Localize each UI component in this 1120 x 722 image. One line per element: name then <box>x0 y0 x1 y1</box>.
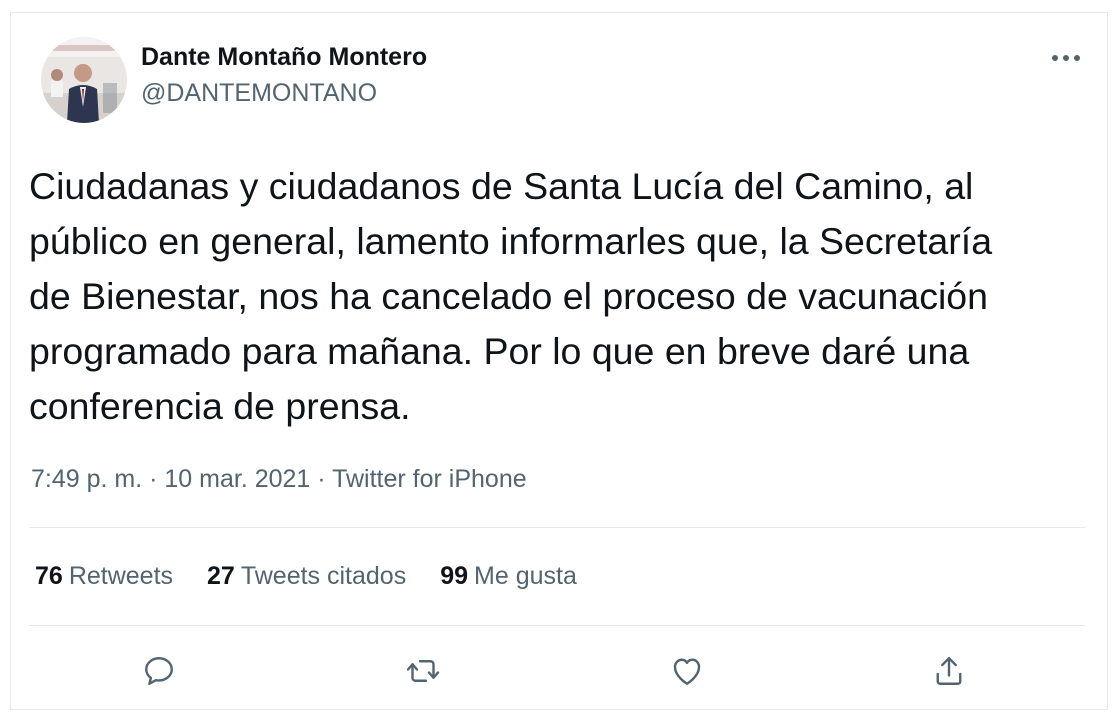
tweet-card: Dante Montaño Montero @DANTEMONTANO Ciud… <box>10 12 1108 710</box>
heart-icon <box>673 658 701 685</box>
likes-count: 99 <box>440 562 469 590</box>
tweet-text: Ciudadanas y ciudadanos de Santa Lucía d… <box>29 159 1097 434</box>
likes-stat[interactable]: 99 Me gusta <box>440 562 577 591</box>
retweet-icon <box>406 660 440 682</box>
tweet-source[interactable]: Twitter for iPhone <box>332 465 527 493</box>
tweet-time[interactable]: 7:49 p. m. <box>31 465 142 493</box>
quote-tweets-count: 27 <box>207 562 235 590</box>
meta-separator: · <box>142 465 165 493</box>
more-icon <box>1052 55 1080 61</box>
share-button[interactable] <box>929 651 969 691</box>
tweet-text-line: programado para mañana. Por lo que en br… <box>29 330 970 372</box>
divider <box>29 625 1085 626</box>
quote-tweets-stat[interactable]: 27 Tweets citados <box>207 562 406 591</box>
author-name[interactable]: Dante Montaño Montero <box>141 43 427 72</box>
retweets-count: 76 <box>35 562 63 590</box>
tweet-meta: 7:49 p. m. · 10 mar. 2021 · Twitter for … <box>31 465 527 494</box>
retweets-stat[interactable]: 76 Retweets <box>35 562 173 591</box>
retweets-label: Retweets <box>68 562 174 590</box>
tweet-date[interactable]: 10 mar. 2021 <box>164 465 310 493</box>
like-button[interactable] <box>667 651 707 691</box>
tweet-text-line: Ciudadanas y ciudadanos de Santa Lucía d… <box>29 165 974 207</box>
quote-tweets-label: Tweets citados <box>240 562 407 590</box>
share-icon <box>936 657 962 685</box>
more-options-button[interactable] <box>1046 43 1086 73</box>
tweet-text-line: conferencia de prensa. <box>29 385 411 427</box>
retweet-button[interactable] <box>403 651 443 691</box>
likes-label: Me gusta <box>474 562 577 590</box>
reply-button[interactable] <box>139 651 179 691</box>
avatar-photo <box>41 37 127 123</box>
divider <box>29 527 1085 528</box>
author-handle[interactable]: @DANTEMONTANO <box>141 79 377 108</box>
meta-separator: · <box>310 465 333 493</box>
tweet-stats: 76 Retweets 27 Tweets citados 99 Me gusta <box>35 562 611 591</box>
reply-icon <box>145 657 173 685</box>
avatar[interactable] <box>41 37 127 123</box>
tweet-text-line: público en general, lamento informarles … <box>29 220 993 262</box>
tweet-text-line: de Bienestar, nos ha cancelado el proces… <box>29 275 988 317</box>
